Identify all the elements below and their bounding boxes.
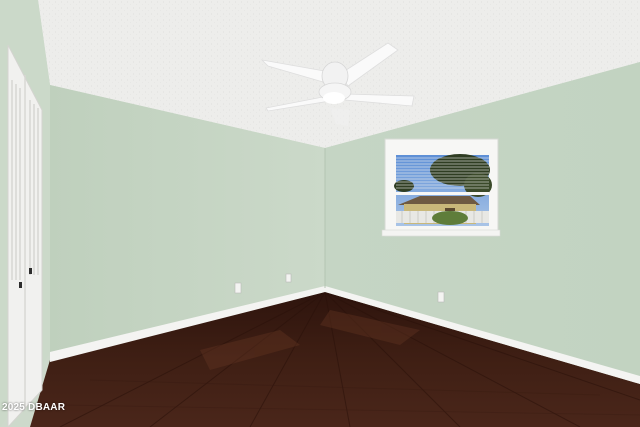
outlet-left-wall bbox=[234, 282, 242, 294]
window bbox=[381, 138, 501, 237]
room-scene bbox=[0, 0, 640, 427]
room-photo: 2025 DBAAR bbox=[0, 0, 640, 427]
closet-doors bbox=[7, 44, 43, 427]
outlet-back-wall bbox=[285, 273, 292, 283]
fan-light bbox=[323, 92, 345, 104]
photo-watermark: 2025 DBAAR bbox=[2, 402, 66, 413]
outlet-right-wall bbox=[437, 291, 445, 303]
